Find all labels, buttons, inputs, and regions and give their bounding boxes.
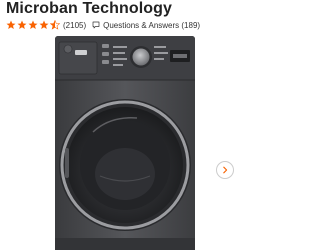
product-title: Microban Technology: [6, 0, 173, 17]
speech-bubble-icon: [92, 21, 100, 29]
star-icon: [6, 20, 16, 29]
star-rating[interactable]: [6, 20, 61, 30]
next-image-button[interactable]: [216, 161, 234, 179]
rating-row[interactable]: (2105) Questions & Answers (189): [6, 19, 200, 31]
star-icon: [39, 20, 49, 29]
review-count[interactable]: (2105): [63, 21, 86, 30]
chevron-right-icon: [223, 166, 228, 174]
star-icon: [28, 20, 38, 29]
star-icon: [17, 20, 27, 29]
half-star-icon: [50, 20, 60, 30]
washer-image[interactable]: [55, 36, 195, 250]
questions-answers-label: Questions & Answers (189): [103, 20, 201, 30]
questions-answers-link[interactable]: Questions & Answers (189): [92, 21, 200, 30]
